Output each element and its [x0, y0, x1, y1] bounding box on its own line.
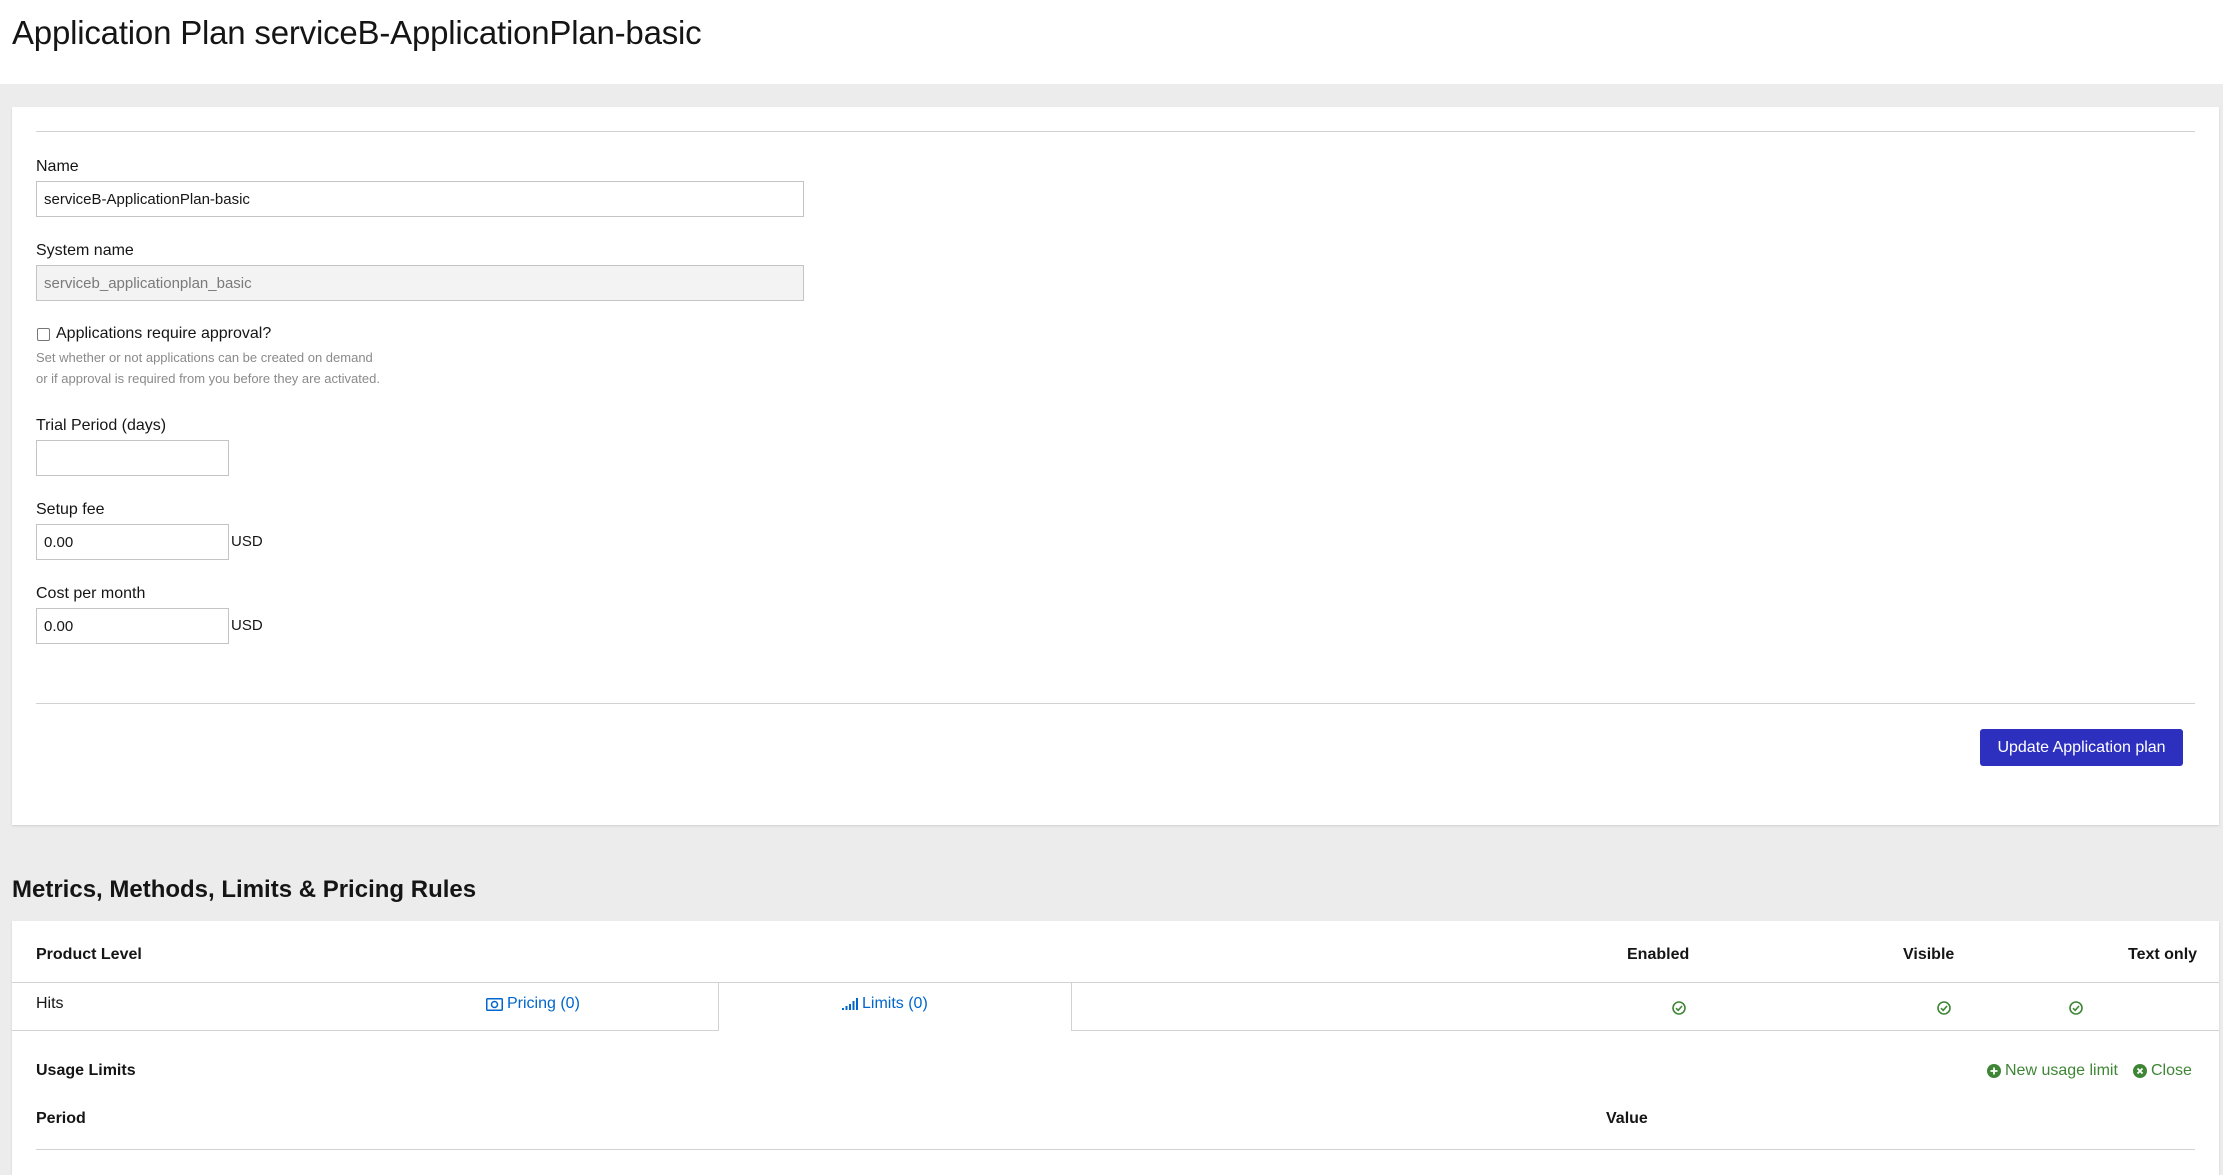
trial-period-label: Trial Period (days) [36, 417, 167, 434]
text-only-check-icon[interactable] [2069, 1001, 2083, 1015]
approval-checkbox[interactable] [37, 328, 50, 341]
new-usage-limit-label: New usage limit [2005, 1062, 2118, 1079]
approval-help-line-2: or if approval is required from you befo… [36, 371, 380, 386]
limits-link-label: Limits (0) [862, 995, 928, 1012]
column-header-product-level: Product Level [36, 946, 142, 963]
application-plan-form: Name serviceB-ApplicationPlan-basic Syst… [12, 107, 2219, 825]
pricing-link[interactable]: Pricing (0) [486, 995, 580, 1013]
usage-limits-title: Usage Limits [36, 1062, 136, 1079]
name-input[interactable]: serviceB-ApplicationPlan-basic [36, 181, 804, 217]
visible-check-icon[interactable] [1937, 1001, 1951, 1015]
form-top-divider [36, 131, 2195, 132]
page-title: Application Plan serviceB-ApplicationPla… [12, 14, 702, 51]
enabled-check-icon[interactable] [1672, 1001, 1686, 1015]
row-divider [12, 1030, 718, 1031]
column-header-visible: Visible [1903, 946, 1955, 963]
name-label: Name [36, 158, 79, 175]
close-usage-limits-link[interactable]: Close [2133, 1062, 2192, 1080]
system-name-input: serviceb_applicationplan_basic [36, 265, 804, 301]
cell-divider [1071, 983, 1072, 1031]
cost-per-month-input[interactable]: 0.00 [36, 608, 229, 644]
column-header-text-only: Text only [2128, 946, 2198, 963]
setup-fee-label: Setup fee [36, 501, 105, 518]
page-header: Application Plan serviceB-ApplicationPla… [0, 0, 2223, 84]
column-header-value: Value [1606, 1110, 1648, 1127]
metric-name-hits: Hits [36, 995, 64, 1012]
close-label: Close [2151, 1062, 2192, 1079]
row-divider [1071, 1030, 2219, 1031]
plus-circle-icon [1987, 1064, 2001, 1078]
close-circle-icon [2133, 1064, 2147, 1078]
trial-period-input[interactable] [36, 440, 229, 476]
metrics-table: Product Level Enabled Visible Text only … [12, 921, 2219, 1175]
cost-per-month-currency: USD [231, 617, 263, 634]
update-application-plan-button[interactable]: Update Application plan [1980, 729, 2183, 766]
approval-label[interactable]: Applications require approval? [56, 325, 271, 343]
limits-link[interactable]: Limits (0) [842, 995, 928, 1013]
setup-fee-input[interactable]: 0.00 [36, 524, 229, 560]
pricing-link-label: Pricing (0) [507, 995, 580, 1012]
setup-fee-currency: USD [231, 533, 263, 550]
new-usage-limit-link[interactable]: New usage limit [1987, 1062, 2118, 1080]
metrics-section-title: Metrics, Methods, Limits & Pricing Rules [12, 876, 477, 903]
system-name-label: System name [36, 242, 134, 259]
usage-limits-header-divider [36, 1149, 2195, 1150]
form-bottom-divider [36, 703, 2195, 704]
cell-divider [718, 983, 719, 1031]
approval-help-line-1: Set whether or not applications can be c… [36, 350, 373, 365]
column-header-enabled: Enabled [1627, 946, 1690, 963]
header-divider [12, 982, 2219, 983]
signal-bars-icon [842, 998, 858, 1010]
column-header-period: Period [36, 1110, 86, 1127]
cost-per-month-label: Cost per month [36, 585, 146, 602]
money-icon [486, 997, 503, 1011]
